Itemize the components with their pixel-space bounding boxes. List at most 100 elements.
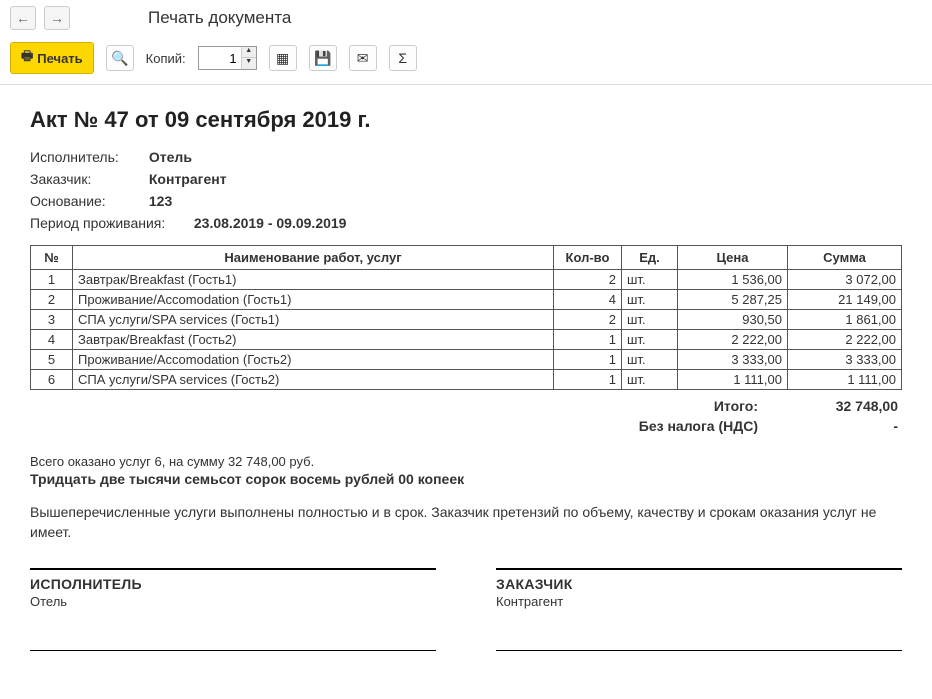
table-row: 3СПА услуги/SPA services (Гость1)2шт.930… bbox=[31, 310, 902, 330]
page-title: Печать документа bbox=[148, 8, 291, 28]
signatures-area: ИСПОЛНИТЕЛЬ Отель ЗАКАЗЧИК Контрагент bbox=[30, 568, 902, 651]
cell-unit: шт. bbox=[622, 330, 678, 350]
header-num: № bbox=[31, 246, 73, 270]
cell-sum: 3 333,00 bbox=[788, 350, 902, 370]
tax-row: Без налога (НДС) - bbox=[30, 416, 902, 436]
nav-forward-button[interactable]: → bbox=[44, 6, 70, 30]
total-value: 32 748,00 bbox=[788, 398, 898, 414]
table-header-row: № Наименование работ, услуг Кол-во Ед. Ц… bbox=[31, 246, 902, 270]
email-button[interactable]: ✉ bbox=[349, 45, 377, 71]
envelope-icon: ✉ bbox=[357, 50, 369, 67]
customer-sign-block: ЗАКАЗЧИК Контрагент bbox=[496, 568, 902, 651]
cell-sum: 3 072,00 bbox=[788, 270, 902, 290]
spinner-buttons: ▲ ▼ bbox=[241, 47, 256, 69]
cell-price: 2 222,00 bbox=[678, 330, 788, 350]
cell-sum: 2 222,00 bbox=[788, 330, 902, 350]
header-sum: Сумма bbox=[788, 246, 902, 270]
period-value: 23.08.2019 - 09.09.2019 bbox=[194, 215, 347, 231]
printer-icon: 🖶 bbox=[21, 47, 33, 69]
cell-price: 5 287,25 bbox=[678, 290, 788, 310]
magnifier-icon: 🔍 bbox=[111, 50, 128, 67]
header-price: Цена bbox=[678, 246, 788, 270]
cell-name: СПА услуги/SPA services (Гость1) bbox=[73, 310, 554, 330]
table-row: 2Проживание/Accomodation (Гость1)4шт.5 2… bbox=[31, 290, 902, 310]
spinner-down-button[interactable]: ▼ bbox=[242, 58, 256, 69]
table-icon: ▦ bbox=[276, 50, 289, 67]
customer-row: Заказчик: Контрагент bbox=[30, 171, 902, 187]
executor-sign-line bbox=[30, 623, 436, 651]
customer-label: Заказчик: bbox=[30, 171, 145, 187]
cell-num: 4 bbox=[31, 330, 73, 350]
basis-label: Основание: bbox=[30, 193, 145, 209]
cell-unit: шт. bbox=[622, 310, 678, 330]
cell-num: 6 bbox=[31, 370, 73, 390]
preview-button[interactable]: 🔍 bbox=[106, 45, 134, 71]
basis-row: Основание: 123 bbox=[30, 193, 902, 209]
total-label: Итого: bbox=[714, 398, 758, 414]
table-row: 6СПА услуги/SPA services (Гость2)1шт.1 1… bbox=[31, 370, 902, 390]
customer-sign-name: Контрагент bbox=[496, 594, 902, 609]
save-button[interactable]: 💾 bbox=[309, 45, 337, 71]
copies-input[interactable] bbox=[199, 49, 241, 68]
table-row: 1Завтрак/Breakfast (Гость1)2шт.1 536,003… bbox=[31, 270, 902, 290]
table-row: 5Проживание/Accomodation (Гость2)1шт.3 3… bbox=[31, 350, 902, 370]
executor-sign-block: ИСПОЛНИТЕЛЬ Отель bbox=[30, 568, 436, 651]
copies-spinner[interactable]: ▲ ▼ bbox=[198, 46, 257, 70]
executor-sign-name: Отель bbox=[30, 594, 436, 609]
totals-block: Итого: 32 748,00 Без налога (НДС) - bbox=[30, 396, 902, 436]
header-name: Наименование работ, услуг bbox=[73, 246, 554, 270]
cell-unit: шт. bbox=[622, 350, 678, 370]
basis-value: 123 bbox=[149, 193, 172, 209]
cell-qty: 4 bbox=[554, 290, 622, 310]
cell-qty: 2 bbox=[554, 270, 622, 290]
tax-value: - bbox=[788, 418, 898, 434]
cell-unit: шт. bbox=[622, 370, 678, 390]
period-row: Период проживания: 23.08.2019 - 09.09.20… bbox=[30, 215, 902, 231]
cell-sum: 1 861,00 bbox=[788, 310, 902, 330]
sigma-icon: Σ bbox=[398, 50, 407, 66]
cell-name: Завтрак/Breakfast (Гость2) bbox=[73, 330, 554, 350]
spinner-up-button[interactable]: ▲ bbox=[242, 47, 256, 58]
document-title: Акт № 47 от 09 сентября 2019 г. bbox=[30, 107, 902, 133]
diskette-icon: 💾 bbox=[314, 50, 331, 67]
customer-sign-line bbox=[496, 623, 902, 651]
print-button-label: Печать bbox=[37, 51, 82, 66]
table-row: 4Завтрак/Breakfast (Гость2)1шт.2 222,002… bbox=[31, 330, 902, 350]
executor-value: Отель bbox=[149, 149, 192, 165]
layout-button[interactable]: ▦ bbox=[269, 45, 297, 71]
cell-unit: шт. bbox=[622, 270, 678, 290]
cell-qty: 1 bbox=[554, 370, 622, 390]
customer-sign-title: ЗАКАЗЧИК bbox=[496, 576, 902, 592]
disclaimer-text: Вышеперечисленные услуги выполнены полно… bbox=[30, 503, 902, 542]
cell-num: 2 bbox=[31, 290, 73, 310]
executor-row: Исполнитель: Отель bbox=[30, 149, 902, 165]
cell-price: 1 536,00 bbox=[678, 270, 788, 290]
header-qty: Кол-во bbox=[554, 246, 622, 270]
copies-label: Копий: bbox=[146, 51, 186, 66]
executor-sign-title: ИСПОЛНИТЕЛЬ bbox=[30, 576, 436, 592]
print-button[interactable]: 🖶 Печать bbox=[10, 42, 94, 74]
arrow-left-icon: ← bbox=[16, 10, 30, 26]
cell-name: Проживание/Accomodation (Гость2) bbox=[73, 350, 554, 370]
cell-price: 930,50 bbox=[678, 310, 788, 330]
cell-sum: 21 149,00 bbox=[788, 290, 902, 310]
sum-button[interactable]: Σ bbox=[389, 45, 417, 71]
customer-value: Контрагент bbox=[149, 171, 227, 187]
executor-label: Исполнитель: bbox=[30, 149, 145, 165]
nav-back-button[interactable]: ← bbox=[10, 6, 36, 30]
cell-sum: 1 111,00 bbox=[788, 370, 902, 390]
cell-qty: 2 bbox=[554, 310, 622, 330]
toolbar: 🖶 Печать 🔍 Копий: ▲ ▼ ▦ 💾 ✉ Σ bbox=[0, 36, 932, 84]
cell-qty: 1 bbox=[554, 330, 622, 350]
cell-name: СПА услуги/SPA services (Гость2) bbox=[73, 370, 554, 390]
arrow-right-icon: → bbox=[50, 10, 64, 26]
cell-qty: 1 bbox=[554, 350, 622, 370]
total-row: Итого: 32 748,00 bbox=[30, 396, 902, 416]
cell-price: 3 333,00 bbox=[678, 350, 788, 370]
services-table: № Наименование работ, услуг Кол-во Ед. Ц… bbox=[30, 245, 902, 390]
header-unit: Ед. bbox=[622, 246, 678, 270]
period-label: Период проживания: bbox=[30, 215, 190, 231]
cell-name: Проживание/Accomodation (Гость1) bbox=[73, 290, 554, 310]
cell-price: 1 111,00 bbox=[678, 370, 788, 390]
cell-num: 3 bbox=[31, 310, 73, 330]
